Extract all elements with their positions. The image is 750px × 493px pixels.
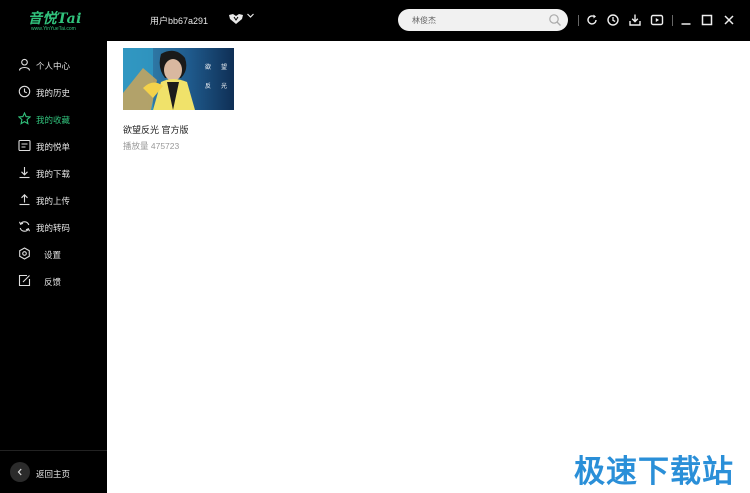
- back-home[interactable]: 返回主页: [0, 450, 107, 493]
- sidebar-item-transcode[interactable]: 我的转码: [0, 216, 107, 238]
- star-icon: [18, 112, 31, 125]
- settings-icon: [19, 247, 30, 260]
- back-button[interactable]: [10, 462, 30, 482]
- sidebar-item-label: 我的转码: [36, 223, 71, 233]
- sidebar-item-settings[interactable]: 设置: [0, 243, 107, 265]
- maximize-icon[interactable]: [700, 13, 714, 27]
- back-home-label[interactable]: 返回主页: [36, 468, 70, 480]
- thumb-text: 欲: [205, 64, 212, 71]
- sidebar-item-label: 我的悦单: [36, 142, 71, 152]
- sidebar-item-feedback[interactable]: 反馈: [0, 270, 107, 292]
- sidebar-item-label: 我的收藏: [36, 115, 71, 125]
- clock-icon: [18, 85, 31, 98]
- favorites-content: 欲 望 反 光 欲望反光 官方版 播放量 475723: [107, 41, 750, 493]
- search-input[interactable]: [412, 13, 542, 27]
- convert-icon: [18, 221, 31, 232]
- sidebar: 个人中心 我的历史 我的收藏 我的悦单 我的下载 我的上传 我的转码 设置 反馈…: [0, 41, 107, 493]
- download-icon: [19, 167, 30, 179]
- app-logo[interactable]: 音悦Tai www.YinYueTai.com: [28, 8, 88, 34]
- username[interactable]: 用户bb67a291: [150, 14, 208, 27]
- thumb-text: 望: [221, 64, 228, 71]
- sidebar-item-history[interactable]: 我的历史: [0, 81, 107, 103]
- close-icon[interactable]: [722, 13, 736, 27]
- watermark-logo: 极速下载站: [574, 454, 734, 490]
- sidebar-item-label: 我的下载: [36, 169, 71, 179]
- toolbar-divider: [578, 15, 579, 26]
- minimize-icon[interactable]: [679, 13, 693, 27]
- search-icon[interactable]: [548, 13, 562, 27]
- sidebar-item-label: 设置: [44, 250, 62, 260]
- refresh-icon[interactable]: [585, 13, 599, 27]
- sidebar-item-favorites[interactable]: 我的收藏: [0, 108, 107, 130]
- sidebar-item-playlists[interactable]: 我的悦单: [0, 135, 107, 157]
- thumb-text: 反: [205, 83, 212, 90]
- vip-heart-icon[interactable]: [228, 13, 244, 25]
- video-thumbnail[interactable]: 欲 望 反 光: [123, 48, 234, 110]
- chevron-left-icon: [17, 468, 22, 476]
- search-box: [398, 9, 568, 31]
- upload-icon: [19, 194, 30, 206]
- sidebar-item-label: 反馈: [44, 277, 62, 287]
- video-title[interactable]: 欲望反光 官方版: [123, 123, 189, 136]
- chevron-down-icon[interactable]: [246, 11, 255, 20]
- logo-sub: www.YinYueTai.com: [31, 26, 76, 32]
- player-screen-icon[interactable]: [650, 13, 664, 27]
- logo-text: 音悦Tai: [28, 11, 82, 27]
- sidebar-item-label: 我的上传: [36, 196, 71, 206]
- sidebar-item-label: 我的历史: [36, 88, 71, 98]
- download-tray-icon[interactable]: [628, 13, 642, 27]
- playlist-icon: [18, 139, 31, 152]
- sidebar-item-uploads[interactable]: 我的上传: [0, 189, 107, 211]
- video-views: 播放量 475723: [123, 141, 180, 151]
- toolbar-divider: [672, 15, 673, 26]
- sidebar-item-downloads[interactable]: 我的下载: [0, 162, 107, 184]
- thumb-text: 光: [221, 83, 228, 90]
- sidebar-item-label: 个人中心: [36, 61, 71, 71]
- sidebar-item-profile[interactable]: 个人中心: [0, 54, 107, 76]
- user-icon: [18, 58, 31, 71]
- feedback-icon: [18, 274, 31, 287]
- thumbnail-image: [123, 48, 234, 110]
- history-clock-icon[interactable]: [606, 13, 620, 27]
- title-bar: 音悦Tai www.YinYueTai.com 用户bb67a291: [0, 0, 750, 41]
